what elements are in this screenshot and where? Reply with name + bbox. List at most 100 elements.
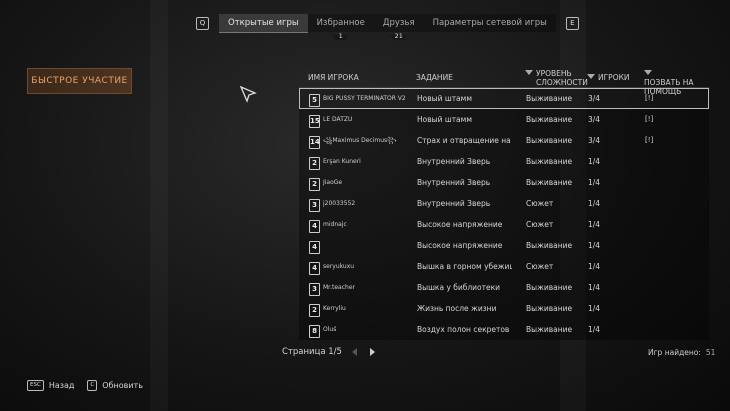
player-count: 1/4 [588, 199, 601, 208]
top-nav: Q Открытые игры Избранное 1 Друзья 21 Парамет… [196, 13, 579, 40]
task-name: Вышка у библиотеки [417, 283, 501, 292]
player-count: 1/4 [588, 262, 601, 271]
tab-3[interactable]: Параметры сетевой игры [423, 13, 556, 32]
table-row[interactable]: 4 midnajc Высокое напряжение Сюжет 1/4 [299, 214, 709, 235]
difficulty: Выживание [526, 157, 573, 166]
task-name: Воздух полон секретов [417, 325, 510, 334]
table-row[interactable]: 4 ᅟᅟᅟᅟ Высокое напряжение Выживание 1/4 [299, 235, 709, 256]
player-name: ᅟᅟᅟᅟ [323, 242, 346, 249]
table-header: ИМЯ ИГРОКА ЗАДАНИЕ УРОВЕНЬ СЛОЖНОСТИ ИГР… [299, 68, 709, 96]
call-help-flag: [!] [645, 136, 654, 144]
call-help-flag: [!] [645, 94, 654, 102]
call-help-flag: [!] [645, 115, 654, 123]
mouse-cursor-icon [240, 86, 257, 103]
task-name: Внутренний Зверь [417, 178, 491, 187]
games-found-count: 51 [705, 348, 716, 357]
difficulty: Выживание [526, 283, 573, 292]
player-count: 1/4 [588, 283, 601, 292]
player-name: BIG PUSSY TERMINATOR V2 [323, 95, 406, 102]
refresh-button[interactable]: Обновить [102, 381, 143, 390]
difficulty: Выживание [526, 115, 573, 124]
player-name: seryukuxu [323, 263, 355, 270]
table-body: 5 BIG PUSSY TERMINATOR V2 Новый штамм Выжив… [299, 88, 709, 340]
table-row[interactable]: 2 Kerryliu Жизнь после жизни Выживание 1/4 [299, 298, 709, 319]
sort-arrow-icon [644, 70, 652, 75]
player-count: 3/4 [588, 94, 601, 103]
quick-join-button[interactable]: БЫСТРОЕ УЧАСТИЕ [27, 68, 132, 94]
player-name: Oluś [323, 326, 337, 333]
col-task[interactable]: ЗАДАНИЕ [416, 73, 453, 82]
difficulty: Выживание [526, 241, 573, 250]
player-count: 1/4 [588, 178, 601, 187]
difficulty: Выживание [526, 136, 573, 145]
next-page-arrow-icon[interactable] [369, 348, 375, 356]
player-count: 1/4 [588, 325, 601, 334]
tab-0[interactable]: Открытые игры [219, 13, 308, 33]
table-row[interactable]: 2 Erşan Kuneri Внутренний Зверь Выживание 1/… [299, 151, 709, 172]
table-row[interactable]: 15 LE DATZU Новый штамм Выживание 3/4 [!] [299, 109, 709, 130]
table-row[interactable]: 3 Mr.teacher Вышка у библиотеки Выживание 1/… [299, 277, 709, 298]
player-name: LE DATZU [323, 116, 353, 123]
col-player-name[interactable]: ИМЯ ИГРОКА [308, 73, 359, 82]
table-row[interactable]: 14 ꧁Maximus Decimus꧂ Страх и отвращение на… [299, 130, 709, 151]
player-level-badge: 2 [309, 304, 320, 317]
player-level-badge: 2 [309, 178, 320, 191]
task-name: Новый штамм [417, 115, 472, 124]
col-players[interactable]: ИГРОКИ [587, 73, 630, 82]
tab-label: Параметры сетевой игры [432, 17, 547, 28]
difficulty: Сюжет [526, 262, 554, 271]
table-row[interactable]: 4 seryukuxu Вышка в горном убежищ Сюжет 1/4 [299, 256, 709, 277]
prev-page-arrow-icon[interactable] [351, 348, 357, 356]
back-button[interactable]: Назад [49, 381, 75, 390]
task-name: Высокое напряжение [417, 241, 503, 250]
col-players-label: ИГРОКИ [598, 73, 630, 82]
player-level-badge: 4 [309, 220, 320, 233]
task-name: Высокое напряжение [417, 220, 503, 229]
task-name: Новый штамм [417, 94, 472, 103]
task-name: Внутренний Зверь [417, 199, 491, 208]
tab-1[interactable]: Избранное 1 [307, 13, 374, 40]
table-row[interactable]: 8 Oluś Воздух полон секретов Выживание 1/4 [299, 319, 709, 340]
player-count: 1/4 [588, 157, 601, 166]
player-level-badge: 5 [309, 94, 320, 107]
games-found-label: Игр найдено: [648, 348, 701, 357]
refresh-key-icon: C [87, 380, 98, 391]
difficulty: Выживание [526, 94, 573, 103]
tab-2[interactable]: Друзья 21 [373, 13, 424, 40]
player-count: 3/4 [588, 136, 601, 145]
col-difficulty[interactable]: УРОВЕНЬ СЛОЖНОСТИ [525, 69, 588, 87]
next-tab-key[interactable]: E [565, 16, 579, 30]
player-name: Erşan Kuneri [323, 158, 361, 165]
player-level-badge: 15 [309, 115, 320, 128]
player-count: 3/4 [588, 115, 601, 124]
tab-label: Друзья [382, 17, 415, 28]
bottom-actions: ESC Назад C Обновить [27, 380, 143, 391]
table-row[interactable]: 2 JiaoGe Внутренний Зверь Выживание 1/4 [299, 172, 709, 193]
player-level-badge: 3 [309, 199, 320, 212]
player-name: Kerryliu [323, 305, 346, 312]
table-row[interactable]: 5 BIG PUSSY TERMINATOR V2 Новый штамм Выжив… [299, 88, 709, 109]
player-level-badge: 4 [309, 241, 320, 254]
difficulty: Выживание [526, 178, 573, 187]
prev-tab-key[interactable]: Q [196, 16, 209, 30]
difficulty: Выживание [526, 304, 573, 313]
player-level-badge: 4 [309, 262, 320, 275]
player-name: j20033552 [323, 200, 356, 207]
player-name: ꧁Maximus Decimus꧂ [323, 137, 397, 144]
task-name: Страх и отвращение на ц [417, 136, 512, 145]
tab-label: Открытые игры [228, 17, 299, 28]
player-count: 1/4 [588, 241, 601, 250]
games-found: Игр найдено: 51 [648, 348, 715, 357]
task-name: Внутренний Зверь [417, 157, 491, 166]
sort-arrow-icon [587, 74, 595, 79]
table-row[interactable]: 3 j20033552 Внутренний Зверь Сюжет 1/4 [299, 193, 709, 214]
player-level-badge: 14 [309, 136, 320, 149]
col-difficulty-label: УРОВЕНЬ СЛОЖНОСТИ [536, 69, 588, 87]
task-name: Жизнь после жизни [417, 304, 497, 313]
sort-arrow-icon [525, 70, 533, 75]
player-count: 1/4 [588, 304, 601, 313]
player-name: Mr.teacher [323, 284, 355, 291]
player-level-badge: 8 [309, 325, 320, 338]
player-level-badge: 2 [309, 157, 320, 170]
server-list: ИМЯ ИГРОКА ЗАДАНИЕ УРОВЕНЬ СЛОЖНОСТИ ИГР… [299, 68, 709, 340]
